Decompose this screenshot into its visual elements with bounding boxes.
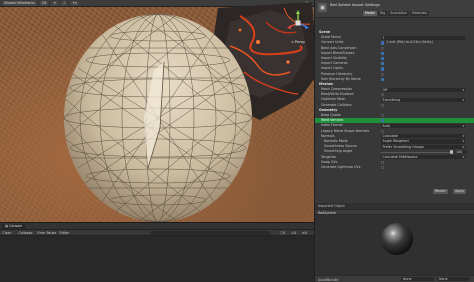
console-tab[interactable]: ▤ Console — [2, 224, 26, 229]
console-panel: ▤ Console Clear Collapse Error Pause Edi… — [0, 222, 314, 282]
setting-checkbox[interactable] — [381, 160, 385, 164]
wireframe-sphere — [64, 14, 252, 222]
error-count: 0 — [304, 230, 307, 235]
setting-dropdown[interactable]: Calculate — [381, 134, 465, 139]
setting-checkbox[interactable] — [381, 72, 385, 76]
warning-count: 0 — [293, 230, 297, 235]
assetbundle-dropdown[interactable]: None — [401, 277, 434, 282]
error-pause-button[interactable]: Error Pause — [36, 231, 58, 236]
setting-checkbox[interactable] — [381, 56, 385, 61]
setting-dropdown[interactable]: Calculate Mikktspace — [381, 155, 465, 160]
setting-checkbox[interactable] — [381, 114, 385, 118]
setting-checkbox[interactable] — [381, 103, 385, 107]
info-count: 0 — [283, 230, 286, 235]
imported-object-label[interactable]: Imported Object — [318, 204, 345, 208]
error-count-badge[interactable]: ⊘0 — [302, 231, 307, 236]
scene-view[interactable]: Shaded Wireframe 2D ☀ ♪ ✦▾ ⚙▾ < Persp — [0, 0, 314, 222]
setting-checkbox[interactable] — [381, 67, 385, 71]
setting-dropdown[interactable]: Auto — [381, 123, 465, 129]
console-toolbar: Clear Collapse Error Pause Editor ⓘ0 ⚠0 … — [0, 230, 314, 236]
perspective-label[interactable]: < Persp — [291, 40, 305, 44]
setting-checkbox[interactable] — [381, 77, 385, 81]
setting-label: Generate Lightmap UVs — [321, 164, 361, 169]
setting-checkbox[interactable] — [381, 41, 385, 45]
clear-button[interactable]: Clear — [1, 231, 13, 236]
preview-header: RedSphere — [315, 209, 474, 215]
console-search-input[interactable] — [150, 230, 270, 236]
effects-dropdown[interactable]: ✦▾ — [70, 0, 79, 6]
setting-checkbox[interactable] — [381, 46, 385, 50]
setting-checkbox[interactable] — [381, 51, 385, 55]
assetbundle-bar: AssetBundle None None — [315, 275, 474, 282]
slider-handle[interactable] — [449, 150, 453, 154]
console-tab-label: Console — [9, 224, 23, 228]
revert-button[interactable]: Revert — [433, 189, 448, 194]
inspector-title: Red Sphere Import Settings — [330, 3, 380, 7]
warning-count-badge[interactable]: ⚠0 — [291, 231, 296, 236]
2d-toggle[interactable]: 2D — [39, 0, 49, 6]
console-tab-bar: ▤ Console — [0, 223, 314, 230]
lighting-toggle[interactable]: ☀ — [51, 0, 59, 6]
console-icon: ▤ — [5, 224, 9, 228]
apply-bar: Revert Apply — [315, 188, 474, 194]
setting-dropdown[interactable]: Everything — [381, 97, 465, 103]
slider-value-field[interactable]: 180 — [455, 149, 467, 154]
assetbundle-label: AssetBundle — [318, 277, 339, 282]
tab-model[interactable]: Model — [363, 11, 377, 16]
setting-row[interactable]: Generate Lightmap UVs — [315, 165, 474, 170]
tab-rig[interactable]: Rig — [377, 11, 388, 16]
editor-dropdown[interactable]: Editor — [58, 231, 71, 236]
setting-checkbox[interactable] — [381, 62, 385, 66]
import-tabs: Model Rig Animation Materials — [363, 11, 430, 16]
setting-field[interactable]: 1 — [381, 35, 465, 40]
setting-dropdown[interactable]: Prefer Smoothing Groups — [381, 144, 465, 149]
setting-checkbox[interactable] — [381, 165, 385, 170]
import-settings-list: Scene Scale Factor 1 Convert Units 1 unit (F… — [315, 30, 474, 170]
assetbundle-variant-dropdown[interactable]: None — [437, 277, 470, 282]
setting-checkbox[interactable] — [381, 93, 385, 97]
shading-mode-dropdown[interactable]: Shaded Wireframe — [2, 0, 37, 6]
tab-animation[interactable]: Animation — [388, 11, 410, 16]
setting-dropdown[interactable]: Off — [381, 87, 465, 92]
inspector-header: ▣ Red Sphere Import Settings Model Rig A… — [315, 0, 474, 18]
orientation-gizmo[interactable] — [286, 9, 310, 39]
setting-dropdown[interactable]: Angle Weighted — [381, 139, 465, 144]
setting-checkbox[interactable] — [381, 129, 385, 133]
audio-toggle[interactable]: ♪ — [61, 0, 68, 6]
inspector-panel: ▣ Red Sphere Import Settings Model Rig A… — [314, 0, 474, 222]
setting-checkbox[interactable] — [381, 119, 385, 123]
apply-button[interactable]: Apply — [453, 189, 467, 194]
material-preview-sphere[interactable] — [381, 223, 413, 255]
preview-panel: Imported Object RedSphere AssetBundle No… — [314, 203, 474, 282]
model-asset-icon: ▣ — [318, 3, 327, 12]
info-count-badge[interactable]: ⓘ0 — [280, 231, 285, 236]
collapse-button[interactable]: Collapse — [17, 231, 34, 236]
setting-slider-track[interactable] — [381, 151, 451, 153]
preview-object-name: RedSphere — [318, 210, 336, 215]
tab-materials[interactable]: Materials — [410, 11, 430, 16]
